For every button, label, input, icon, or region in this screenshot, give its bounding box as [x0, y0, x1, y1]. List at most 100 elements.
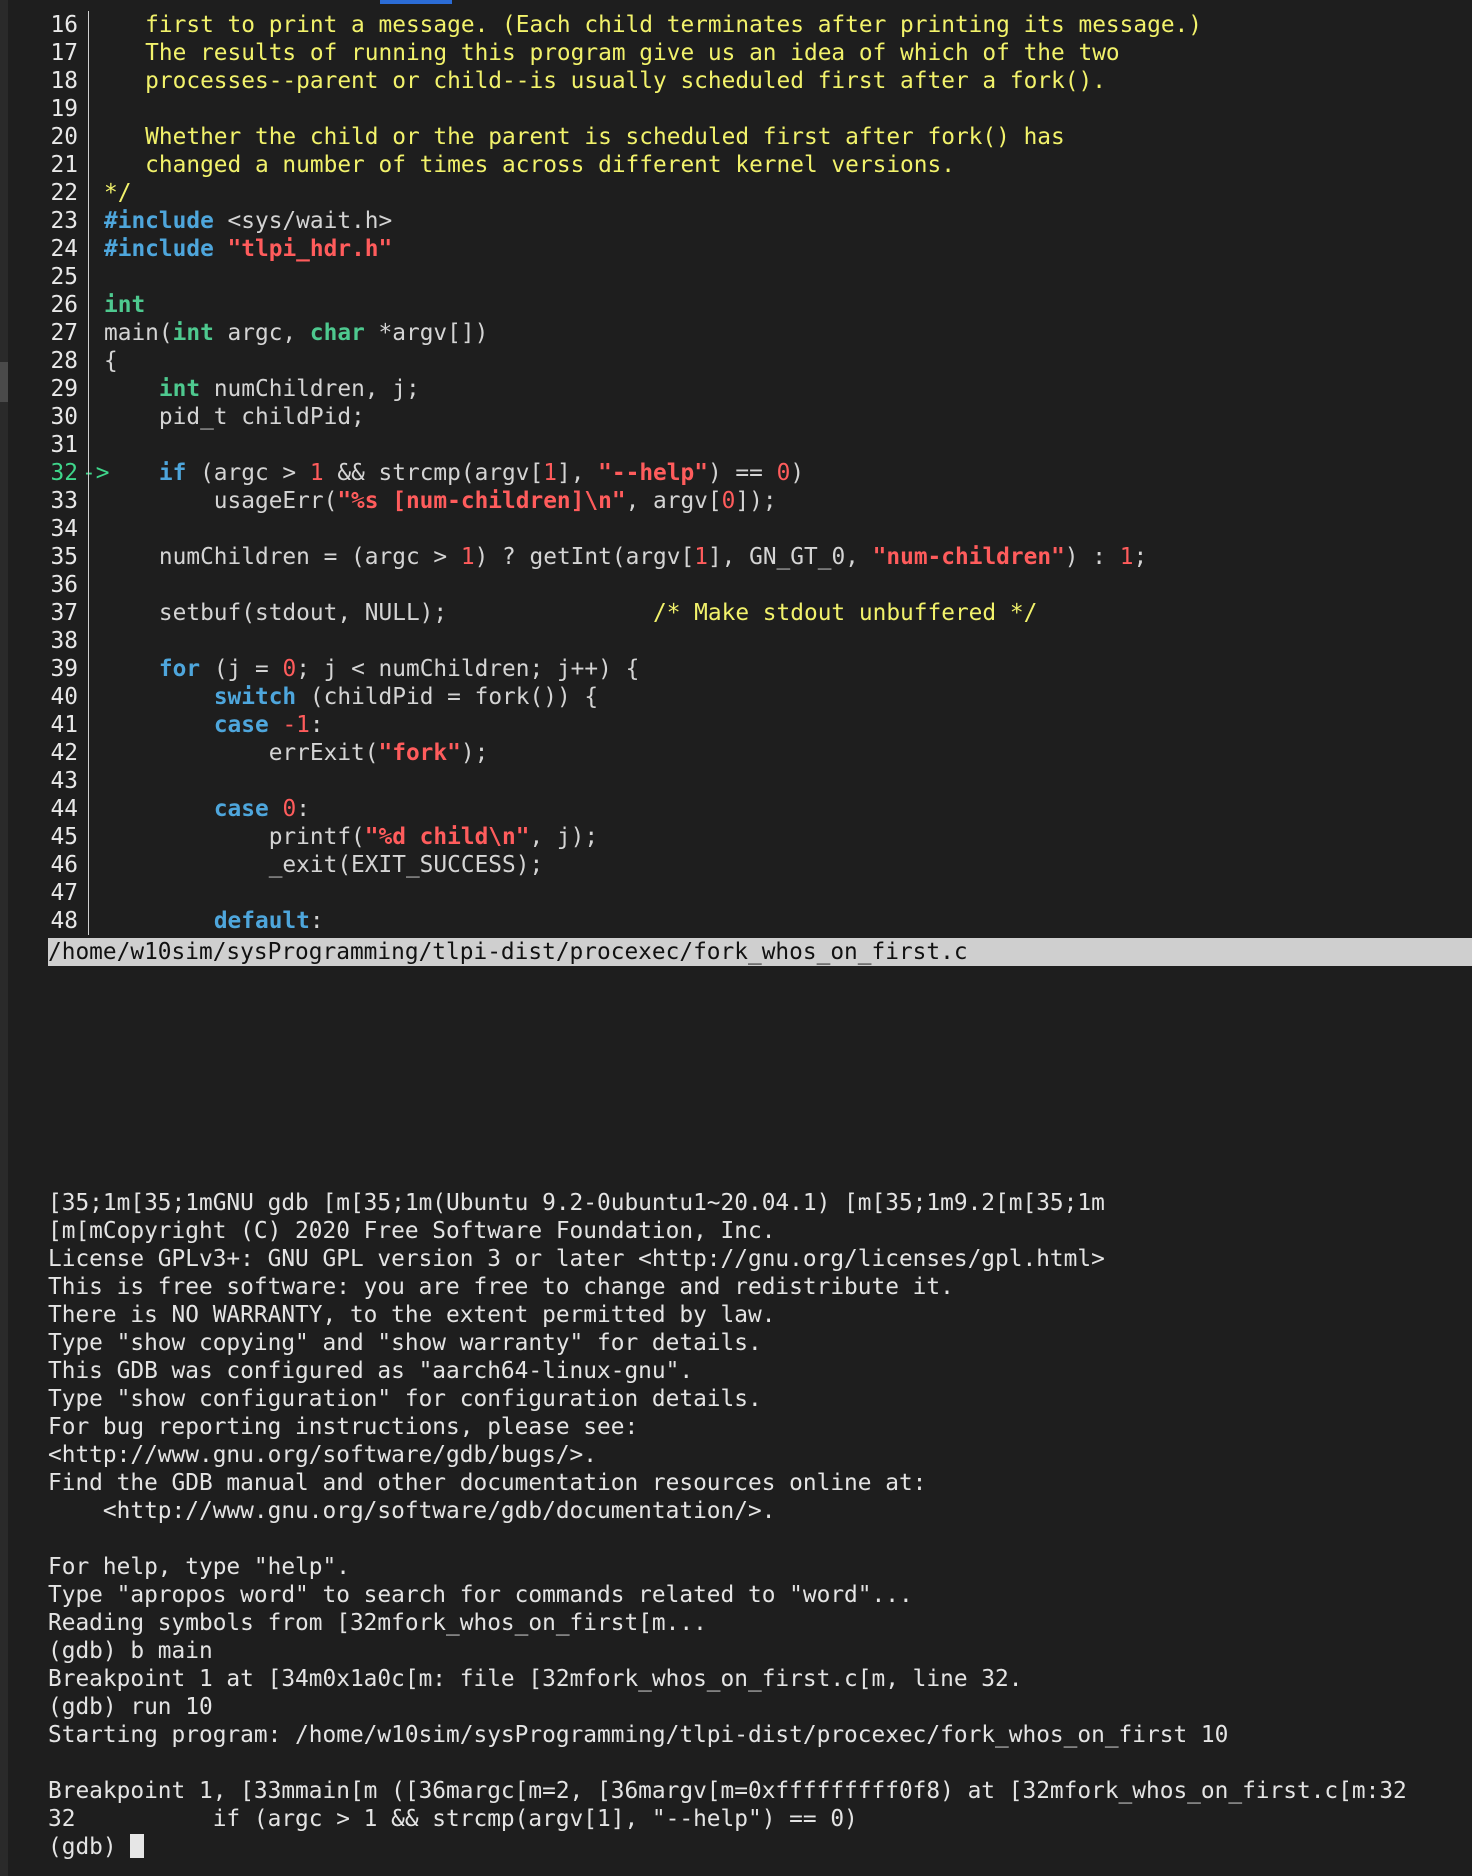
code-token: if	[158, 460, 187, 486]
code-token: "%d child\n"	[364, 824, 530, 850]
source-line[interactable]: 28 {	[0, 347, 1472, 375]
console-line: [m[mCopyright (C) 2020 Free Software Fou…	[48, 1218, 776, 1244]
line-number: 25	[50, 264, 78, 290]
code-token: );	[460, 740, 489, 766]
code-token: switch	[213, 684, 297, 710]
source-line[interactable]: 41 case -1:	[0, 711, 1472, 739]
code-token: ) ? getInt(argv[	[474, 544, 695, 570]
gdb-console[interactable]: [35;1m[35;1mGNU gdb [m[35;1m(Ubuntu 9.2-…	[48, 1189, 1472, 1861]
source-line[interactable]: 42 errExit("fork");	[0, 739, 1472, 767]
code-token: 1	[1119, 544, 1134, 570]
source-line[interactable]: 25	[0, 263, 1472, 291]
console-line: License GPLv3+: GNU GPL version 3 or lat…	[48, 1246, 1105, 1272]
source-line[interactable]: 22 */	[0, 179, 1472, 207]
source-line[interactable]: 43	[0, 767, 1472, 795]
line-code: case 0:	[104, 795, 310, 823]
line-code: {	[104, 347, 118, 375]
code-token: 0	[776, 460, 791, 486]
code-token: /* Make stdout unbuffered */	[653, 600, 1038, 626]
line-code: usageErr("%s [num-children]\n", argv[0])…	[104, 487, 777, 515]
code-token: <sys/wait.h>	[213, 208, 393, 234]
code-token: case	[213, 796, 269, 822]
source-line[interactable]: 37 setbuf(stdout, NULL); /* Make stdout …	[0, 599, 1472, 627]
line-number: 28	[50, 348, 78, 374]
console-line: This is free software: you are free to c…	[48, 1274, 954, 1300]
console-line: Type "show copying" and "show warranty" …	[48, 1330, 762, 1356]
line-code: int	[104, 291, 145, 319]
console-line: Reading symbols from [32mfork_whos_on_fi…	[48, 1610, 707, 1636]
source-line[interactable]: 34	[0, 515, 1472, 543]
console-line: For bug reporting instructions, please s…	[48, 1414, 639, 1440]
source-line[interactable]: 33 usageErr("%s [num-children]\n", argv[…	[0, 487, 1472, 515]
source-line[interactable]: 46 _exit(EXIT_SUCCESS);	[0, 851, 1472, 879]
gdb-prompt-line[interactable]: (gdb)	[48, 1833, 1472, 1861]
source-line[interactable]: 19	[0, 95, 1472, 123]
source-line[interactable]: 21 changed a number of times across diff…	[0, 151, 1472, 179]
source-line[interactable]: 45 printf("%d child\n", j);	[0, 823, 1472, 851]
source-line[interactable]: 47	[0, 879, 1472, 907]
source-line[interactable]: 30 pid_t childPid;	[0, 403, 1472, 431]
code-token: int	[158, 376, 201, 402]
code-token: usageErr(	[104, 488, 338, 514]
code-token: changed a number of times across differe…	[104, 152, 955, 178]
line-number: 20	[50, 124, 78, 150]
source-line[interactable]: 44 case 0:	[0, 795, 1472, 823]
source-line[interactable]: 27 main(int argc, char *argv[])	[0, 319, 1472, 347]
source-line[interactable]: 36	[0, 571, 1472, 599]
code-token: :	[309, 908, 324, 934]
source-line[interactable]: 38	[0, 627, 1472, 655]
source-line[interactable]: 32 -> if (argc > 1 && strcmp(argv[1], "--…	[0, 459, 1472, 487]
code-token: ], GN_GT_0,	[707, 544, 873, 570]
console-output: [35;1m[35;1mGNU gdb [m[35;1m(Ubuntu 9.2-…	[48, 1189, 1472, 1833]
line-code: pid_t childPid;	[104, 403, 365, 431]
code-token: ;	[1133, 544, 1148, 570]
line-number: 19	[50, 96, 78, 122]
line-number: 17	[50, 40, 78, 66]
line-number: 37	[50, 600, 78, 626]
code-token: , j);	[529, 824, 599, 850]
source-line[interactable]: 26 int	[0, 291, 1472, 319]
source-line[interactable]: 23 #include <sys/wait.h>	[0, 207, 1472, 235]
source-line[interactable]: 16 first to print a message. (Each child…	[0, 11, 1472, 39]
source-line[interactable]: 39 for (j = 0; j < numChildren; j++) {	[0, 655, 1472, 683]
source-line[interactable]: 20 Whether the child or the parent is sc…	[0, 123, 1472, 151]
console-line: <http://www.gnu.org/software/gdb/documen…	[48, 1498, 776, 1524]
line-code: first to print a message. (Each child te…	[104, 11, 1202, 39]
console-line: Type "show configuration" for configurat…	[48, 1386, 762, 1412]
terminal-cursor	[130, 1834, 145, 1858]
code-token: "%s [num-children]\n"	[337, 488, 626, 514]
source-line[interactable]: 40 switch (childPid = fork()) {	[0, 683, 1472, 711]
line-code: changed a number of times across differe…	[104, 151, 955, 179]
source-line[interactable]: 48 default:	[0, 907, 1472, 935]
source-code-pane[interactable]: 16 first to print a message. (Each child…	[0, 11, 1472, 935]
line-number: 33	[50, 488, 78, 514]
source-line[interactable]: 17 The results of running this program g…	[0, 39, 1472, 67]
line-number: 45	[50, 824, 78, 850]
line-code: if (argc > 1 && strcmp(argv[1], "--help"…	[104, 459, 804, 487]
code-token: ) ==	[707, 460, 777, 486]
line-code: The results of running this program give…	[104, 39, 1119, 67]
code-token: "tlpi_hdr.h"	[227, 236, 393, 262]
source-line[interactable]: 35 numChildren = (argc > 1) ? getInt(arg…	[0, 543, 1472, 571]
line-code: _exit(EXIT_SUCCESS);	[104, 851, 544, 879]
source-line[interactable]: 24 #include "tlpi_hdr.h"	[0, 235, 1472, 263]
top-tab-indicator[interactable]	[380, 0, 452, 4]
code-token: "fork"	[378, 740, 461, 766]
code-token: (childPid = fork()) {	[296, 684, 599, 710]
line-number: 24	[50, 236, 78, 262]
source-line[interactable]: 29 int numChildren, j;	[0, 375, 1472, 403]
code-token: char	[309, 320, 365, 346]
source-line[interactable]: 18 processes--parent or child--is usuall…	[0, 67, 1472, 95]
line-number-divider	[88, 11, 89, 935]
console-line: For help, type "help".	[48, 1554, 350, 1580]
code-token: printf(	[104, 824, 365, 850]
code-token: setbuf(stdout, NULL);	[104, 600, 653, 626]
code-token: "num-children"	[872, 544, 1065, 570]
source-line[interactable]: 31	[0, 431, 1472, 459]
line-number: 26	[50, 292, 78, 318]
console-line: (gdb) run 10	[48, 1694, 213, 1720]
line-code: default:	[104, 907, 324, 935]
